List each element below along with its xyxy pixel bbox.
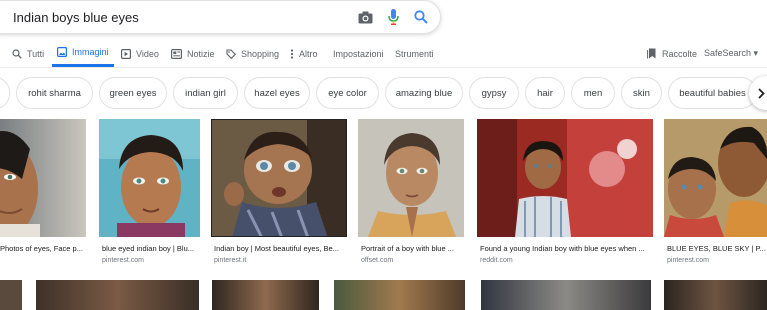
- chip-label: rohit sharma: [28, 87, 81, 99]
- result-title: blue eyed indian boy | Blu...: [102, 244, 195, 253]
- tab-label: Shopping: [241, 48, 280, 59]
- result-source: pinterest.it: [214, 257, 247, 264]
- result-source: offset.com: [361, 257, 394, 264]
- chip[interactable]: beautiful babies: [668, 77, 757, 109]
- chip[interactable]: skin: [621, 77, 662, 109]
- photo-blue-eyed-boy: [99, 119, 200, 237]
- related-searches-chips: rohit sharma green eyes indian girl haze…: [0, 76, 767, 110]
- result-thumbnail[interactable]: [212, 280, 319, 310]
- safesearch-label: SafeSearch ▾: [704, 48, 759, 58]
- chip[interactable]: rohit sharma: [16, 77, 93, 109]
- search-input[interactable]: [13, 9, 343, 25]
- photo-child-and-woman: [664, 119, 767, 237]
- chip[interactable]: amazing blue: [385, 77, 463, 109]
- chip-label: skin: [633, 87, 650, 99]
- photo-baby-boy: [212, 120, 346, 236]
- tab-label: Altro: [299, 48, 318, 59]
- result-title: Found a young Indian boy with blue eyes …: [480, 244, 645, 253]
- mic-icon[interactable]: [384, 8, 402, 26]
- more-vert-icon: [290, 48, 294, 59]
- chip[interactable]: indian girl: [173, 77, 238, 109]
- search-tabs: Tutti Immagini Video Notizie Shopping Al…: [0, 40, 767, 68]
- tab-more[interactable]: Altro: [290, 40, 318, 67]
- chip[interactable]: green eyes: [99, 77, 167, 109]
- tab-label: Video: [136, 48, 159, 59]
- chip[interactable]: eye color: [316, 77, 379, 109]
- result-title: Photos of eyes, Face p...: [0, 244, 83, 253]
- result-thumbnail[interactable]: [0, 280, 22, 310]
- result-title: Portrait of a boy with blue ...: [361, 244, 454, 253]
- result-thumbnail[interactable]: [358, 119, 464, 237]
- play-icon: [121, 48, 131, 59]
- result-thumbnail[interactable]: [481, 280, 651, 310]
- result-source: pinterest.com: [102, 257, 145, 264]
- chip-label: eye color: [328, 87, 367, 99]
- chip-label: amazing blue: [395, 87, 453, 99]
- chip-label: hazel eyes: [254, 87, 300, 99]
- tab-news[interactable]: Notizie: [171, 40, 215, 67]
- bookmark-icon: [647, 48, 656, 59]
- result-thumbnail[interactable]: [334, 280, 465, 310]
- photo-boy-face: [0, 119, 86, 237]
- chip-label: gypsy: [481, 87, 507, 99]
- photo-praying-boy: [358, 119, 464, 237]
- chip-label: men: [583, 87, 603, 99]
- chip-label: indian girl: [185, 87, 226, 99]
- chip[interactable]: hair: [525, 77, 565, 109]
- search-actions: [356, 8, 430, 26]
- chip-label: hair: [537, 87, 553, 99]
- tab-settings[interactable]: Impostazioni: [333, 40, 384, 67]
- tab-label: Impostazioni: [333, 48, 384, 59]
- chip-label: beautiful babies: [679, 87, 746, 99]
- result-thumbnail[interactable]: [0, 119, 86, 237]
- photo-boy-market: [477, 119, 653, 237]
- tab-label: Tutti: [27, 48, 45, 59]
- search-box: [0, 0, 441, 34]
- result-source: reddit.com: [480, 257, 513, 264]
- result-source: pinterest.com: [667, 257, 710, 264]
- chip-label: green eyes: [109, 87, 157, 99]
- result-thumbnail[interactable]: [664, 119, 767, 237]
- result-title: Indian boy | Most beautiful eyes, Be...: [214, 244, 339, 253]
- result-thumbnail[interactable]: [477, 119, 653, 237]
- tab-shopping[interactable]: Shopping: [226, 40, 279, 67]
- news-icon: [171, 48, 182, 59]
- tab-images[interactable]: Immagini: [52, 40, 114, 67]
- tab-video[interactable]: Video: [121, 40, 159, 67]
- safesearch-menu[interactable]: SafeSearch ▾: [704, 40, 758, 67]
- tab-tools[interactable]: Strumenti: [395, 40, 434, 67]
- chip[interactable]: hazel eyes: [244, 77, 310, 109]
- result-thumbnail[interactable]: [664, 280, 767, 310]
- tab-label: Notizie: [187, 48, 215, 59]
- result-thumbnail[interactable]: [211, 119, 347, 237]
- result-thumbnail[interactable]: [99, 119, 200, 237]
- collections-link[interactable]: Raccolte: [647, 40, 697, 67]
- tag-icon: [226, 48, 236, 59]
- tab-label: Strumenti: [395, 48, 434, 59]
- chip[interactable]: gypsy: [469, 77, 519, 109]
- search-icon: [12, 48, 22, 59]
- tab-all[interactable]: Tutti: [12, 40, 44, 67]
- result-thumbnail[interactable]: [36, 280, 199, 310]
- image-icon: [57, 47, 67, 57]
- chip[interactable]: men: [571, 77, 615, 109]
- tab-label: Immagini: [72, 47, 109, 57]
- chevron-right-icon: [758, 87, 765, 99]
- search-icon[interactable]: [412, 8, 430, 26]
- result-title: BLUE EYES, BLUE SKY | P...: [667, 244, 766, 253]
- collections-label: Raccolte: [662, 48, 698, 59]
- chip-partial[interactable]: [0, 77, 10, 109]
- camera-icon[interactable]: [356, 8, 374, 26]
